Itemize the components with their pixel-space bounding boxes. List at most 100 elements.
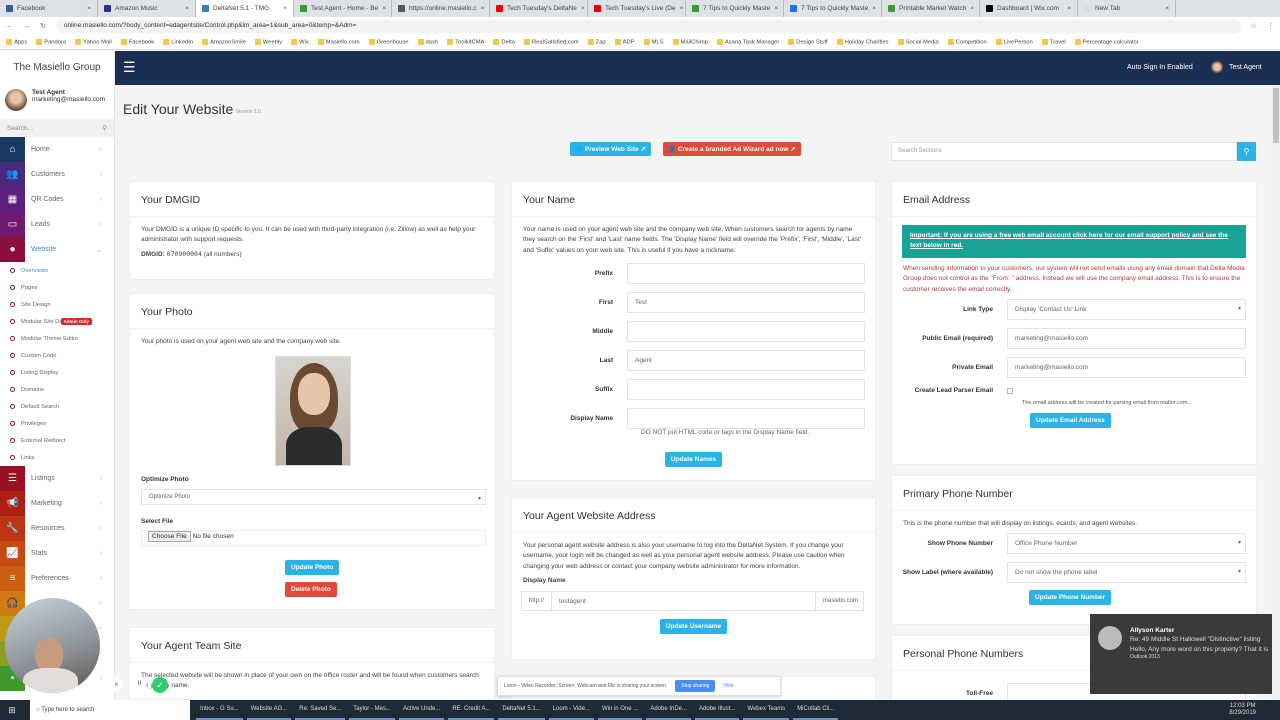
bookmark-item[interactable]: Weebly [254, 38, 282, 45]
bookmark-item[interactable]: Asana Task Manager [716, 38, 779, 45]
browser-tab[interactable]: New Tab × [1078, 0, 1176, 17]
subnav-item[interactable]: External Redirect [0, 432, 114, 449]
lead-parser-checkbox[interactable] [1007, 387, 1013, 394]
bookmark-item[interactable]: Social Media [897, 38, 939, 45]
bookmark-item[interactable]: Delta [493, 38, 515, 45]
forward-icon[interactable]: → [23, 23, 30, 30]
update-username-button[interactable]: Update Username [659, 618, 728, 634]
browser-tab[interactable]: Printable Market Watch × [882, 0, 980, 17]
close-tab-icon[interactable]: × [382, 5, 386, 12]
username-input[interactable]: testagent [552, 592, 815, 610]
close-tab-icon[interactable]: × [581, 5, 585, 12]
browser-tab[interactable]: Test Agent - Home - Be × [294, 0, 392, 17]
subnav-item[interactable]: Custom Code [0, 347, 114, 364]
close-tab-icon[interactable]: × [481, 5, 485, 12]
name-field-first-input[interactable]: Test [627, 292, 865, 314]
bookmark-item[interactable]: MailChimp [672, 38, 708, 45]
name-field-display-name-input[interactable] [627, 408, 865, 430]
finish-recording-icon[interactable]: ✓ [152, 677, 168, 693]
sidebar-item-qr-codes[interactable]: ▦ QR Codes ‹ [0, 187, 114, 212]
pause-recording-icon[interactable]: II [133, 678, 146, 691]
ad-wizard-button[interactable]: 👤 Create a branded Ad Wizard ad now ↗ [663, 142, 801, 156]
name-field-prefix-input[interactable] [627, 263, 865, 285]
cancel-recording-icon[interactable]: × [110, 678, 123, 691]
user-menu[interactable]: Test Agent [1229, 64, 1262, 71]
taskbar-item[interactable]: Active Unde... [398, 700, 445, 720]
taskbar-item[interactable]: DeltaNet 5.1... [498, 700, 545, 720]
name-field-last-input[interactable]: Agent [627, 350, 865, 372]
star-icon[interactable]: ☆ [1251, 22, 1257, 30]
sidebar-item-resources[interactable]: 🔧 Resources ‹ [0, 516, 114, 541]
update-phone-button[interactable]: Update Phone Number [1029, 590, 1112, 606]
bookmark-item[interactable]: Design Stuff [788, 38, 828, 45]
taskbar-item[interactable]: RE: Credit A... [448, 700, 495, 720]
bookmark-item[interactable]: Pandora [36, 38, 66, 45]
subnav-item[interactable]: Privileges [0, 415, 114, 432]
close-tab-icon[interactable]: × [872, 5, 876, 12]
bookmark-item[interactable]: Zap [587, 38, 606, 45]
close-tab-icon[interactable]: × [185, 5, 189, 12]
sidebar-item-marketing[interactable]: 📢 Marketing ‹ [0, 491, 114, 516]
bookmark-item[interactable]: Travel [1041, 38, 1066, 45]
sidebar-item-preferences[interactable]: ≡ Preferences ‹ [0, 566, 114, 591]
browser-tab[interactable]: 7 Tips to Quickly Maste × [686, 0, 784, 17]
close-tab-icon[interactable]: × [87, 5, 91, 12]
subnav-item[interactable]: Overviews [0, 262, 114, 279]
bookmark-item[interactable]: Greenhouse [368, 38, 409, 45]
taskbar-item[interactable]: Loom - Vide... [548, 700, 594, 720]
brand-logo[interactable]: The Masiello Group [0, 51, 114, 85]
bookmark-item[interactable]: Facebook [120, 38, 154, 45]
browser-tab[interactable]: 7 Tips to Quickly Maste × [784, 0, 882, 17]
bookmark-item[interactable]: Competition [947, 38, 987, 45]
delete-photo-button[interactable]: Delete Photo [285, 582, 337, 597]
subnav-item[interactable]: Pages [0, 279, 114, 296]
email-notification-toast[interactable]: Allyson Karter Re: 49 Middle St Hallowel… [1090, 614, 1272, 694]
hide-button[interactable]: Hide [723, 683, 733, 689]
browser-tab[interactable]: Tech Tuesday's DeltaNe × [490, 0, 588, 17]
browser-tab[interactable]: Facebook × [0, 0, 98, 17]
browser-tab[interactable]: DeltaNet 5.1 - TMG × [196, 0, 294, 17]
bookmark-item[interactable]: ADP [614, 38, 635, 45]
taskbar-item[interactable]: Webex Teams [743, 700, 790, 720]
sidebar-item-customers[interactable]: 👥 Customers ‹ [0, 162, 114, 187]
windows-start-icon[interactable]: ⊞ [0, 705, 24, 716]
bookmark-item[interactable]: Apps [6, 38, 27, 45]
sidebar-search-input[interactable]: Search... ⚲ [0, 119, 114, 137]
show-phone-select[interactable]: Office Phone Number [1007, 533, 1246, 555]
bookmark-item[interactable]: Masiello.com [317, 38, 360, 45]
file-input[interactable]: Choose File No file chosen [141, 530, 486, 546]
link-type-select[interactable]: Display 'Contact Us' Link [1007, 298, 1246, 320]
reload-icon[interactable]: ↻ [40, 22, 46, 30]
bookmark-item[interactable]: Yahoo Mail [75, 38, 112, 45]
search-sections-button[interactable]: ⚲ [1237, 142, 1256, 161]
sidebar-item-website[interactable]: ● Website ⌄ [0, 237, 114, 262]
bookmark-item[interactable]: Percentage calculator [1074, 38, 1139, 45]
subnav-item[interactable]: Domains [0, 381, 114, 398]
hamburger-menu-icon[interactable]: ☰ [123, 59, 136, 76]
subnav-item[interactable]: Default Search [0, 398, 114, 415]
update-email-button[interactable]: Update Email Address [1030, 412, 1111, 428]
sidebar-item-leads[interactable]: ▭ Leads ‹ [0, 212, 114, 237]
subnav-item[interactable]: Modular Theme Editor [0, 330, 114, 347]
subnav-item[interactable]: Listing Display [0, 364, 114, 381]
page-scrollbar[interactable] [1272, 85, 1280, 700]
taskbar-item[interactable]: Adobe Illust... [695, 700, 740, 720]
subnav-item[interactable]: Site Design [0, 296, 114, 313]
bookmark-item[interactable]: dash [417, 38, 438, 45]
stop-sharing-button[interactable]: Stop sharing [675, 680, 716, 692]
close-tab-icon[interactable]: × [1165, 5, 1169, 12]
browser-tab[interactable]: Tech Tuesday's Live (De × [588, 0, 686, 17]
bookmark-item[interactable]: ToolkitCMA [447, 38, 484, 45]
taskbar-item[interactable]: MiCollab Cli... [793, 700, 839, 720]
bookmark-item[interactable]: LinkedIn [163, 38, 193, 45]
sidebar-item-home[interactable]: ⌂ Home ‹ [0, 137, 114, 162]
url-input[interactable]: online.masiello.com/?body_content=edagen… [55, 19, 1241, 33]
choose-file-button[interactable]: Choose File [148, 531, 191, 542]
update-photo-button[interactable]: Update Photo [285, 560, 340, 575]
email-policy-link[interactable]: Important: If you are using a free web e… [902, 225, 1246, 258]
webcam-bubble[interactable] [5, 598, 100, 693]
taskbar-item[interactable]: Adobe InDe... [646, 700, 692, 720]
sidebar-item-listings[interactable]: ☰ Listings ‹ [0, 466, 114, 491]
show-label-select[interactable]: Do not show the phone label [1007, 562, 1246, 584]
taskbar-item[interactable]: Win in One ... [597, 700, 643, 720]
